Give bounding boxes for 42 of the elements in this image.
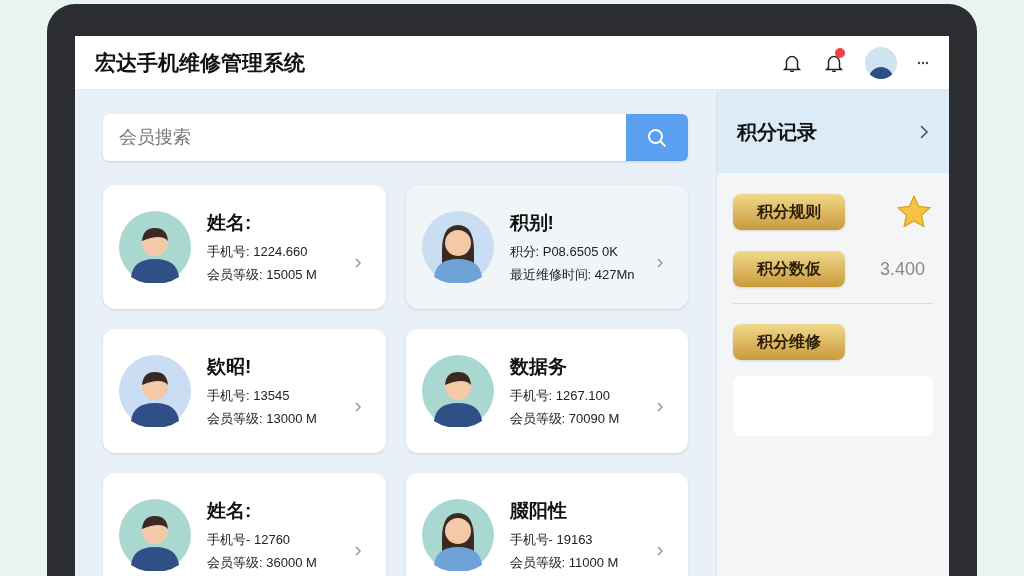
ribbon-label: 积分数仮 [733, 251, 845, 287]
app-title: 宏达手机维修管理系统 [95, 49, 306, 76]
member-name: 数据务 [509, 355, 568, 380]
chevron-right-icon [919, 123, 929, 140]
chevron-right-icon [656, 545, 664, 557]
member-card[interactable]: 姓名: 手机号: 1224.660 会员等级: 15005 M [103, 185, 386, 309]
ribbon-label: 积分维修 [733, 324, 845, 360]
member-detail: 会员等级: 13000 M [207, 410, 318, 429]
star-icon [895, 193, 933, 231]
member-card[interactable]: 积别! 积分: P08.6505 0K 最近维修时间: 427Mn [405, 185, 688, 309]
member-detail: 手机号- 12760 [207, 530, 292, 549]
member-detail: 手机号: 13545 [207, 386, 291, 405]
member-name: 姓名: [207, 211, 253, 236]
member-detail: 会员等级: 36000 M [207, 554, 318, 573]
member-name: 姓名: [207, 499, 253, 524]
chevron-right-icon [656, 257, 664, 269]
member-name: 腏阳性 [509, 499, 568, 524]
chevron-right-icon [353, 401, 362, 413]
member-detail: 会员等级: 11000 M [509, 554, 620, 573]
points-value: 3.400 [879, 257, 926, 281]
member-detail: 手机号: 1224.660 [207, 242, 309, 261]
member-card[interactable]: 数据务 手机号: 1267.100 会员等级: 70090 M [405, 329, 688, 453]
member-detail: 会员等级: 15005 M [207, 266, 318, 285]
member-card[interactable]: 腏阳性 手机号- 19163 会员等级: 11000 M [405, 473, 688, 576]
member-card[interactable]: 欵昭! 手机号: 13545 会员等级: 13000 M [103, 329, 386, 453]
chevron-right-icon [353, 257, 362, 269]
chevron-right-icon [656, 401, 664, 413]
member-detail: 会员等级: 70090 M [509, 410, 621, 429]
ribbon-label: 积分规则 [733, 194, 845, 230]
more-icon[interactable] [917, 59, 929, 66]
panel-title: 积分记录 [737, 119, 818, 145]
member-card[interactable]: 姓名: 手机号- 12760 会员等级: 36000 M [103, 473, 386, 576]
avatar-icon[interactable] [865, 46, 897, 79]
member-name: 积别! [509, 211, 555, 236]
member-detail: 积分: P08.6505 0K [509, 242, 619, 261]
member-name: 欵昭! [207, 355, 253, 380]
member-detail: 手机号- 19163 [509, 530, 594, 549]
search-field[interactable]: 会员搜索 [103, 114, 626, 161]
member-detail: 手机号: 1267.100 [509, 386, 611, 405]
panel-header[interactable]: 积分记录 [717, 90, 949, 173]
chevron-right-icon [353, 545, 362, 557]
member-detail: 最近维修时间: 427Mn [509, 266, 636, 285]
